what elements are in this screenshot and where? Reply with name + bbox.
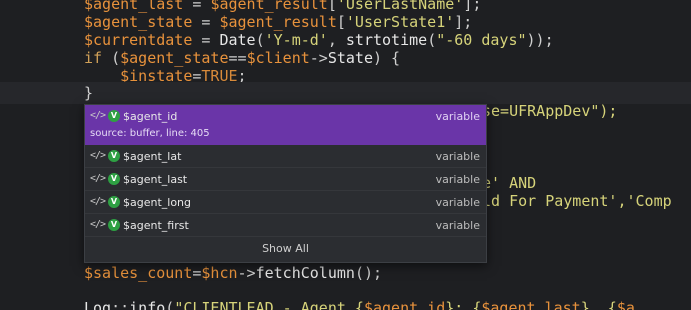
- suggestion-label: $agent_id: [123, 110, 178, 123]
- code-line: se=UFRAppDev");: [482, 100, 617, 122]
- suggestion-item[interactable]: </> V $agent_last variable: [85, 168, 486, 191]
- suggestion-label: $agent_last: [123, 173, 188, 186]
- variable-badge-icon: V: [108, 219, 120, 231]
- code-line: ld For Payment','Comp: [482, 190, 672, 212]
- suggestion-item[interactable]: </> V $agent_first variable: [85, 214, 486, 237]
- code-token: ::: [111, 299, 130, 310]
- suggestion-kind: variable: [435, 196, 480, 209]
- suggestion-label: $agent_lat: [123, 150, 182, 163]
- code-token: $agent_last: [481, 299, 581, 310]
- code-icon: </>: [90, 219, 106, 230]
- code-token: ->: [237, 264, 256, 282]
- variable-badge-icon: V: [108, 150, 120, 162]
- code-line: Log::info("CLIENTLEAD - Agent {$agent_id…: [84, 297, 635, 310]
- code-token: }: [84, 84, 94, 102]
- suggestion-item[interactable]: </> V $agent_id variable source: buffer,…: [85, 105, 486, 145]
- suggestion-kind: variable: [435, 219, 480, 232]
- code-icon: </>: [90, 173, 106, 184]
- code-token: "CLIENTLEAD - Agent {: [174, 299, 364, 310]
- suggestion-item[interactable]: </> V $agent_long variable: [85, 191, 486, 214]
- code-icon: </>: [90, 110, 106, 121]
- suggestion-label: $agent_first: [123, 219, 189, 232]
- code-token: $a: [616, 299, 635, 310]
- code-token: }: {: [445, 299, 482, 310]
- code-token: ->: [309, 49, 328, 67]
- code-icon: </>: [90, 196, 106, 207]
- code-token: Log: [84, 299, 112, 310]
- code-token: info: [129, 299, 166, 310]
- show-all-button[interactable]: Show All: [85, 236, 486, 262]
- code-line: $sales_count=$hcn->fetchColumn();: [84, 262, 382, 284]
- code-token: } {: [580, 299, 617, 310]
- code-token: ld For Payment','Comp: [482, 192, 672, 210]
- autocomplete-popup: </> V $agent_id variable source: buffer,…: [84, 104, 487, 263]
- code-token: $sales_count: [84, 264, 193, 282]
- code-token: State: [327, 49, 373, 67]
- suggestion-kind: variable: [435, 150, 480, 163]
- code-token: (: [165, 299, 175, 310]
- code-token: "-60 days": [436, 31, 527, 49]
- code-icon: </>: [90, 150, 106, 161]
- code-token: ();: [354, 264, 383, 282]
- code-token: $agent_id: [363, 299, 446, 310]
- variable-badge-icon: V: [108, 173, 120, 185]
- suggestion-label: $agent_long: [123, 196, 192, 209]
- suggestion-kind: variable: [435, 110, 480, 123]
- variable-badge-icon: V: [108, 110, 120, 122]
- code-token: (: [427, 31, 437, 49]
- code-token: $hcn: [201, 264, 238, 282]
- code-token: ));: [526, 31, 554, 49]
- suggestion-item[interactable]: </> V $agent_lat variable: [85, 145, 486, 168]
- variable-badge-icon: V: [108, 196, 120, 208]
- code-token: se=UFRAppDev");: [482, 102, 618, 120]
- suggestion-kind: variable: [435, 173, 480, 186]
- code-token: ) {: [373, 49, 401, 67]
- code-token: fetchColumn: [255, 264, 355, 282]
- code-token: $client: [246, 49, 310, 67]
- suggestion-source: source: buffer, line: 405: [90, 128, 210, 139]
